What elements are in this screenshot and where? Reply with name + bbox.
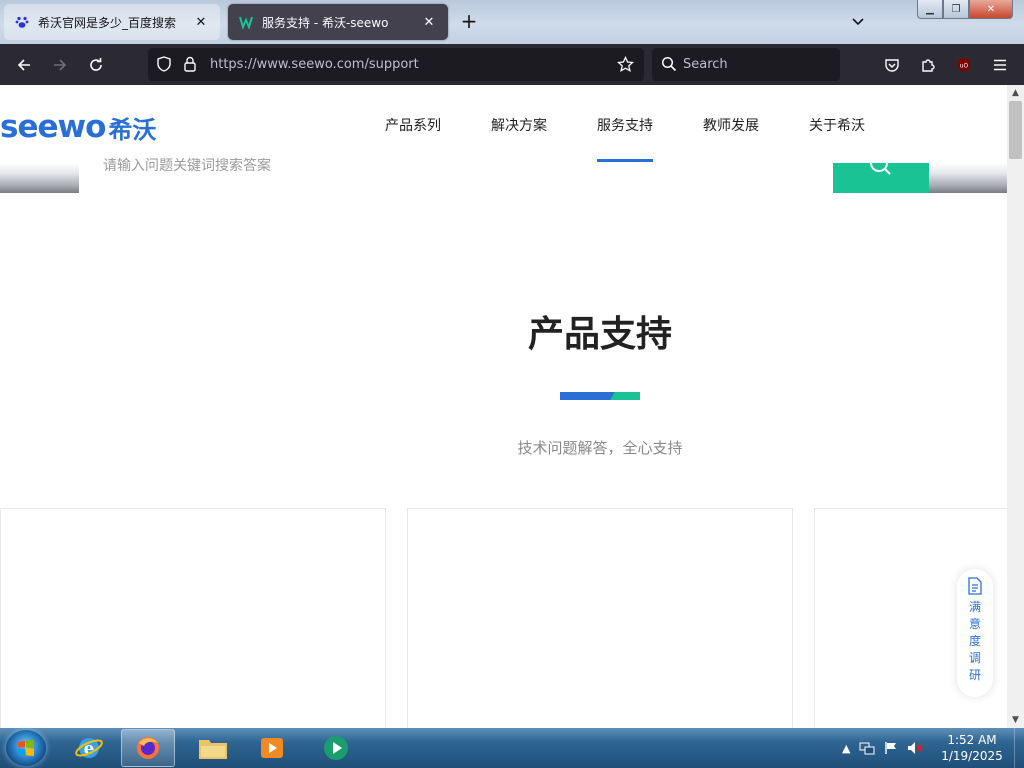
system-tray: ▲ xyxy=(842,738,924,758)
browser-tab-strip: 希沃官网是多少_百度搜索 ✕ 服务支持 - 希沃-seewo ✕ + ▁ ❐ ✕ xyxy=(0,0,1024,44)
chevron-down-icon xyxy=(852,18,864,26)
close-tab-icon[interactable]: ✕ xyxy=(192,13,210,31)
arrow-right-icon xyxy=(54,59,67,71)
section-title: 产品支持 xyxy=(527,314,672,355)
nav-item-solutions[interactable]: 解决方案 xyxy=(491,115,547,135)
nav-item-support[interactable]: 服务支持 xyxy=(597,115,653,135)
pocket-button[interactable] xyxy=(879,52,905,78)
window-controls: ▁ ❐ ✕ xyxy=(917,0,1013,20)
show-desktop-button[interactable] xyxy=(1014,728,1024,768)
seewo-icon xyxy=(238,14,254,30)
site-header: seewo 希沃 产品系列 解决方案 服务支持 教师发展 关于希沃 xyxy=(0,85,1007,163)
scroll-up-arrow-icon[interactable]: ▲ xyxy=(1007,85,1024,101)
tab-title: 希沃官网是多少_百度搜索 xyxy=(38,15,177,30)
taskbar-firefox[interactable] xyxy=(121,729,175,767)
close-window-button[interactable]: ✕ xyxy=(969,0,1013,19)
arrow-left-icon xyxy=(17,59,30,71)
pocket-icon xyxy=(885,59,899,72)
web-page: seewo 希沃 产品系列 解决方案 服务支持 教师发展 关于希沃 请输入问题关… xyxy=(0,85,1007,728)
search-bar[interactable]: Search xyxy=(652,48,840,81)
product-card[interactable] xyxy=(0,508,386,728)
lock-icon[interactable] xyxy=(183,56,197,76)
survey-label: 满 意 度 调 研 xyxy=(968,600,981,682)
extensions-button[interactable] xyxy=(915,52,941,78)
scrollbar-thumb[interactable] xyxy=(1009,101,1022,159)
system-clock[interactable]: 1:52 AM 1/19/2025 xyxy=(934,732,1010,764)
new-tab-button[interactable]: + xyxy=(456,10,482,34)
tracking-shield-icon[interactable] xyxy=(156,56,172,76)
tab-seewo-support[interactable]: 服务支持 - 希沃-seewo ✕ xyxy=(228,4,448,40)
logo-text-cn: 希沃 xyxy=(108,115,157,144)
vertical-scrollbar[interactable]: ▲ ▼ xyxy=(1007,85,1024,728)
search-icon xyxy=(661,56,677,76)
puzzle-icon xyxy=(922,59,935,72)
section-subtitle: 技术问题解答，全心支持 xyxy=(517,439,683,457)
show-hidden-icons-icon[interactable]: ▲ xyxy=(842,742,850,755)
minimize-button[interactable]: ▁ xyxy=(917,0,943,19)
search-hint: 请输入问题关键词搜索答案 xyxy=(103,158,271,174)
tab-title: 服务支持 - 希沃-seewo xyxy=(262,15,389,30)
forward-button[interactable] xyxy=(47,52,73,78)
document-icon xyxy=(968,577,982,595)
taskbar-file-explorer[interactable] xyxy=(186,729,240,767)
title-accent-bar xyxy=(560,392,640,400)
hamburger-menu-icon xyxy=(994,59,1006,71)
product-card[interactable] xyxy=(407,508,793,728)
search-placeholder: Search xyxy=(683,57,728,72)
taskbar-internet-explorer[interactable]: e xyxy=(62,729,116,767)
support-search-input[interactable]: 请输入问题关键词搜索答案 xyxy=(79,158,833,193)
green-app-icon xyxy=(324,736,348,760)
scroll-down-arrow-icon[interactable]: ▼ xyxy=(1007,712,1024,728)
clock-time: 1:52 AM xyxy=(947,733,997,747)
nav-item-teacher-development[interactable]: 教师发展 xyxy=(703,115,759,135)
svg-text:uO: uO xyxy=(960,63,969,70)
volume-muted-icon[interactable] xyxy=(907,741,924,755)
tab-baidu-search[interactable]: 希沃官网是多少_百度搜索 ✕ xyxy=(4,4,220,40)
support-banner: 请输入问题关键词搜索答案 xyxy=(0,158,1007,193)
ublock-icon: uO xyxy=(958,58,970,72)
nav-item-products[interactable]: 产品系列 xyxy=(385,115,441,135)
ublock-origin-button[interactable]: uO xyxy=(951,52,977,78)
reload-icon xyxy=(90,58,102,71)
network-icon[interactable] xyxy=(859,741,875,755)
windows-taskbar: e ▲ 1:52 AM 1/19/2025 xyxy=(0,728,1024,768)
internet-explorer-icon: e xyxy=(75,738,103,759)
media-player-icon xyxy=(261,738,283,758)
app-menu-button[interactable] xyxy=(987,52,1013,78)
seewo-logo[interactable]: seewo 希沃 xyxy=(0,107,156,147)
active-nav-indicator xyxy=(597,159,653,162)
url-bar[interactable]: https://www.seewo.com/support xyxy=(148,48,644,81)
taskbar-media-player[interactable] xyxy=(245,729,299,767)
nav-item-about[interactable]: 关于希沃 xyxy=(809,115,865,135)
logo-text-en: seewo xyxy=(0,109,106,145)
back-button[interactable] xyxy=(11,52,37,78)
start-button[interactable] xyxy=(6,730,46,766)
close-tab-icon[interactable]: ✕ xyxy=(420,13,438,31)
support-search-button[interactable] xyxy=(833,163,929,193)
action-center-flag-icon[interactable] xyxy=(884,741,898,755)
url-text: https://www.seewo.com/support xyxy=(210,57,419,72)
windows-logo-icon xyxy=(18,739,34,757)
search-icon xyxy=(870,163,891,175)
clock-date: 1/19/2025 xyxy=(941,749,1003,763)
firefox-icon xyxy=(137,737,159,759)
folder-icon xyxy=(199,740,227,759)
list-all-tabs-button[interactable] xyxy=(846,10,870,34)
taskbar-app-green[interactable] xyxy=(309,729,363,767)
reload-button[interactable] xyxy=(83,52,109,78)
baidu-paw-icon xyxy=(14,14,30,30)
navigation-toolbar: https://www.seewo.com/support Search uO xyxy=(0,44,1024,85)
satisfaction-survey-button[interactable]: 满 意 度 调 研 xyxy=(957,569,993,697)
maximize-button[interactable]: ❐ xyxy=(943,0,969,19)
bookmark-star-icon[interactable] xyxy=(616,55,635,77)
